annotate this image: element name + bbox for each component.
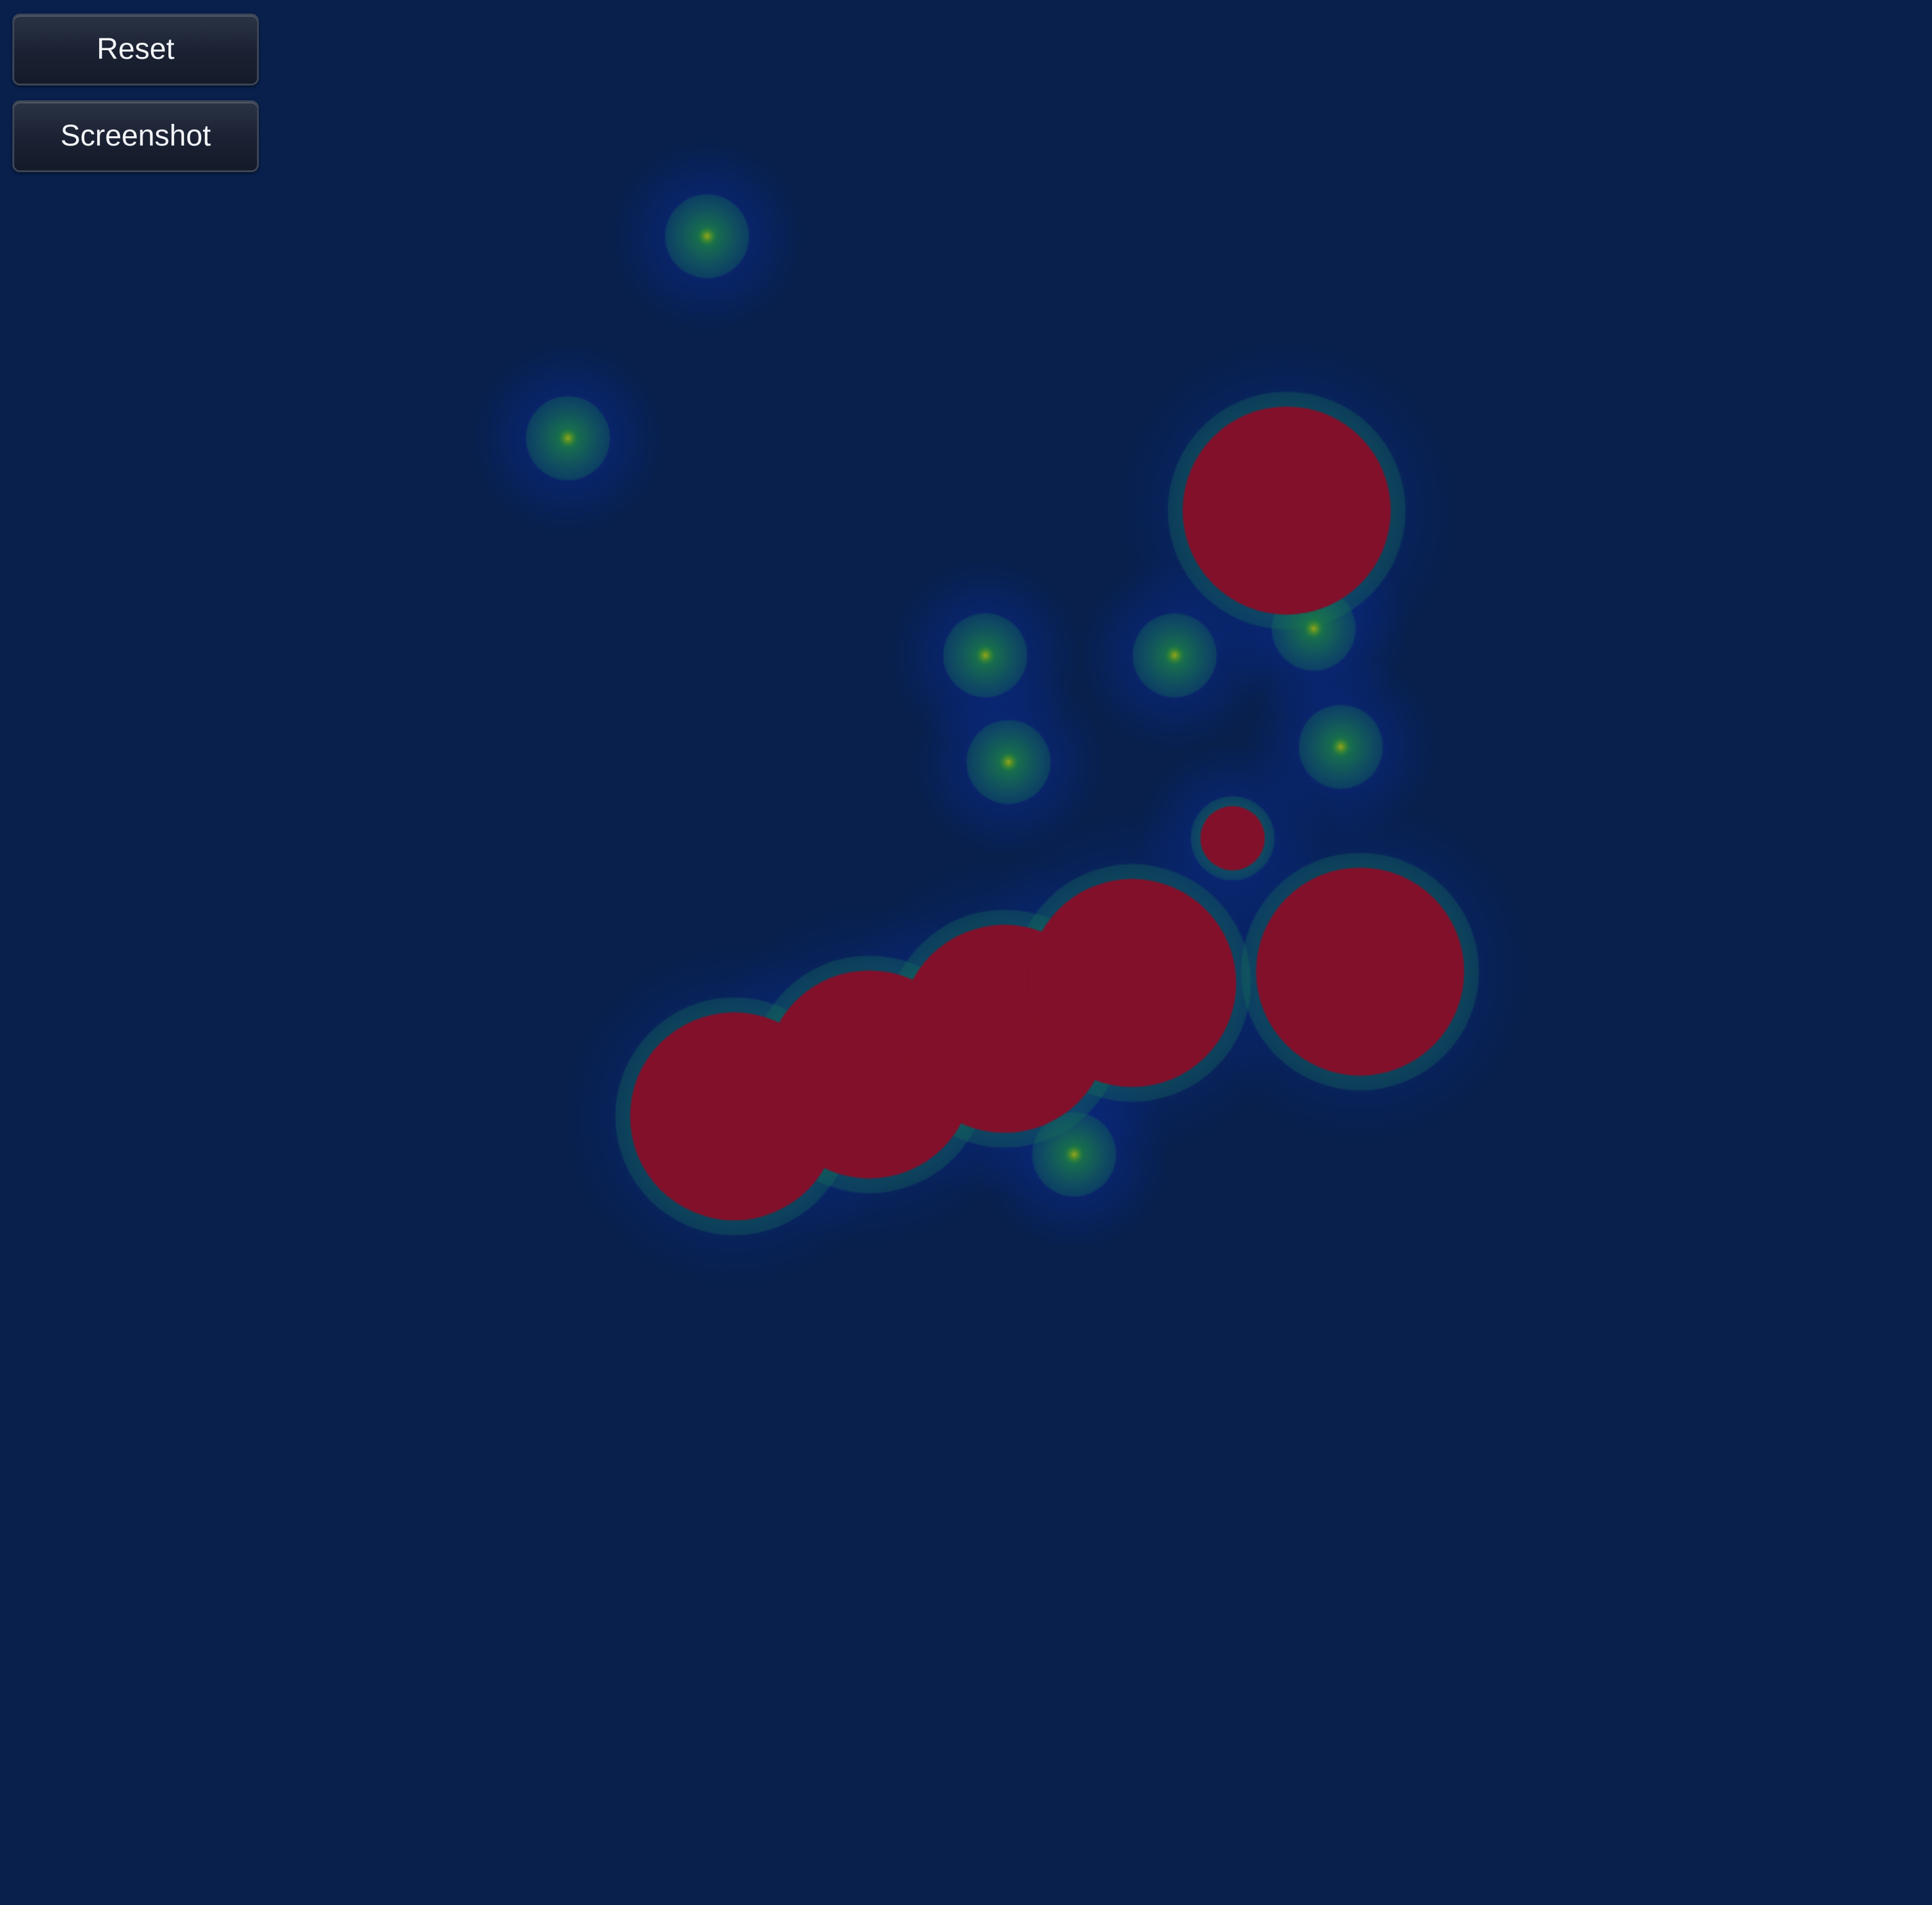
reset-button[interactable]: Reset xyxy=(12,14,259,85)
heatmap-canvas[interactable] xyxy=(0,0,1932,1905)
heatmap-app: Reset Screenshot xyxy=(0,0,1932,1905)
screenshot-button[interactable]: Screenshot xyxy=(12,100,259,172)
